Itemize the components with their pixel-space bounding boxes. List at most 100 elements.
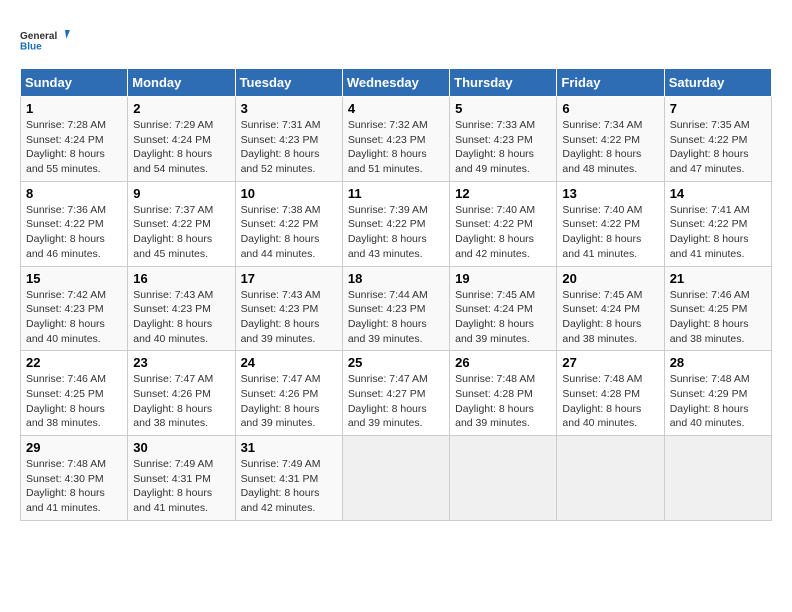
calendar-cell: 31 Sunrise: 7:49 AM Sunset: 4:31 PM Dayl…	[235, 436, 342, 521]
calendar-cell	[557, 436, 664, 521]
day-info: Sunrise: 7:40 AM Sunset: 4:22 PM Dayligh…	[562, 203, 658, 262]
svg-text:Blue: Blue	[20, 41, 42, 52]
day-number: 13	[562, 186, 658, 201]
logo: General Blue	[20, 20, 70, 60]
day-info: Sunrise: 7:49 AM Sunset: 4:31 PM Dayligh…	[241, 457, 337, 516]
calendar-cell: 9 Sunrise: 7:37 AM Sunset: 4:22 PM Dayli…	[128, 181, 235, 266]
day-number: 17	[241, 271, 337, 286]
calendar-cell: 12 Sunrise: 7:40 AM Sunset: 4:22 PM Dayl…	[450, 181, 557, 266]
calendar-cell: 22 Sunrise: 7:46 AM Sunset: 4:25 PM Dayl…	[21, 351, 128, 436]
day-info: Sunrise: 7:35 AM Sunset: 4:22 PM Dayligh…	[670, 118, 766, 177]
day-number: 23	[133, 355, 229, 370]
day-info: Sunrise: 7:41 AM Sunset: 4:22 PM Dayligh…	[670, 203, 766, 262]
day-number: 4	[348, 101, 444, 116]
day-number: 12	[455, 186, 551, 201]
calendar-cell	[450, 436, 557, 521]
day-info: Sunrise: 7:39 AM Sunset: 4:22 PM Dayligh…	[348, 203, 444, 262]
day-info: Sunrise: 7:47 AM Sunset: 4:26 PM Dayligh…	[241, 372, 337, 431]
svg-text:General: General	[20, 31, 57, 42]
day-info: Sunrise: 7:44 AM Sunset: 4:23 PM Dayligh…	[348, 288, 444, 347]
day-number: 16	[133, 271, 229, 286]
calendar-cell: 27 Sunrise: 7:48 AM Sunset: 4:28 PM Dayl…	[557, 351, 664, 436]
calendar-cell: 4 Sunrise: 7:32 AM Sunset: 4:23 PM Dayli…	[342, 97, 449, 182]
day-info: Sunrise: 7:38 AM Sunset: 4:22 PM Dayligh…	[241, 203, 337, 262]
calendar-cell: 2 Sunrise: 7:29 AM Sunset: 4:24 PM Dayli…	[128, 97, 235, 182]
calendar-cell: 16 Sunrise: 7:43 AM Sunset: 4:23 PM Dayl…	[128, 266, 235, 351]
calendar-cell: 1 Sunrise: 7:28 AM Sunset: 4:24 PM Dayli…	[21, 97, 128, 182]
day-info: Sunrise: 7:33 AM Sunset: 4:23 PM Dayligh…	[455, 118, 551, 177]
calendar-cell	[342, 436, 449, 521]
calendar-cell: 13 Sunrise: 7:40 AM Sunset: 4:22 PM Dayl…	[557, 181, 664, 266]
day-number: 2	[133, 101, 229, 116]
day-number: 21	[670, 271, 766, 286]
day-info: Sunrise: 7:49 AM Sunset: 4:31 PM Dayligh…	[133, 457, 229, 516]
calendar-cell: 21 Sunrise: 7:46 AM Sunset: 4:25 PM Dayl…	[664, 266, 771, 351]
day-info: Sunrise: 7:40 AM Sunset: 4:22 PM Dayligh…	[455, 203, 551, 262]
calendar-cell: 26 Sunrise: 7:48 AM Sunset: 4:28 PM Dayl…	[450, 351, 557, 436]
day-info: Sunrise: 7:45 AM Sunset: 4:24 PM Dayligh…	[562, 288, 658, 347]
day-info: Sunrise: 7:43 AM Sunset: 4:23 PM Dayligh…	[133, 288, 229, 347]
day-number: 31	[241, 440, 337, 455]
day-info: Sunrise: 7:28 AM Sunset: 4:24 PM Dayligh…	[26, 118, 122, 177]
page-header: General Blue	[20, 20, 772, 60]
day-info: Sunrise: 7:48 AM Sunset: 4:29 PM Dayligh…	[670, 372, 766, 431]
weekday-header-friday: Friday	[557, 69, 664, 97]
day-number: 20	[562, 271, 658, 286]
day-number: 14	[670, 186, 766, 201]
day-number: 7	[670, 101, 766, 116]
day-info: Sunrise: 7:46 AM Sunset: 4:25 PM Dayligh…	[670, 288, 766, 347]
calendar-cell: 18 Sunrise: 7:44 AM Sunset: 4:23 PM Dayl…	[342, 266, 449, 351]
day-number: 24	[241, 355, 337, 370]
day-number: 3	[241, 101, 337, 116]
day-number: 22	[26, 355, 122, 370]
day-number: 27	[562, 355, 658, 370]
calendar-cell: 23 Sunrise: 7:47 AM Sunset: 4:26 PM Dayl…	[128, 351, 235, 436]
day-number: 6	[562, 101, 658, 116]
weekday-header-sunday: Sunday	[21, 69, 128, 97]
calendar-cell: 15 Sunrise: 7:42 AM Sunset: 4:23 PM Dayl…	[21, 266, 128, 351]
weekday-header-tuesday: Tuesday	[235, 69, 342, 97]
day-number: 10	[241, 186, 337, 201]
calendar-cell: 3 Sunrise: 7:31 AM Sunset: 4:23 PM Dayli…	[235, 97, 342, 182]
day-info: Sunrise: 7:37 AM Sunset: 4:22 PM Dayligh…	[133, 203, 229, 262]
day-number: 19	[455, 271, 551, 286]
calendar-cell: 8 Sunrise: 7:36 AM Sunset: 4:22 PM Dayli…	[21, 181, 128, 266]
calendar-cell: 10 Sunrise: 7:38 AM Sunset: 4:22 PM Dayl…	[235, 181, 342, 266]
calendar-cell: 25 Sunrise: 7:47 AM Sunset: 4:27 PM Dayl…	[342, 351, 449, 436]
day-info: Sunrise: 7:48 AM Sunset: 4:28 PM Dayligh…	[455, 372, 551, 431]
day-number: 26	[455, 355, 551, 370]
day-info: Sunrise: 7:32 AM Sunset: 4:23 PM Dayligh…	[348, 118, 444, 177]
day-info: Sunrise: 7:34 AM Sunset: 4:22 PM Dayligh…	[562, 118, 658, 177]
calendar-cell: 20 Sunrise: 7:45 AM Sunset: 4:24 PM Dayl…	[557, 266, 664, 351]
calendar-cell: 6 Sunrise: 7:34 AM Sunset: 4:22 PM Dayli…	[557, 97, 664, 182]
day-number: 15	[26, 271, 122, 286]
day-number: 29	[26, 440, 122, 455]
calendar-cell: 17 Sunrise: 7:43 AM Sunset: 4:23 PM Dayl…	[235, 266, 342, 351]
day-number: 18	[348, 271, 444, 286]
day-info: Sunrise: 7:47 AM Sunset: 4:27 PM Dayligh…	[348, 372, 444, 431]
calendar-cell: 29 Sunrise: 7:48 AM Sunset: 4:30 PM Dayl…	[21, 436, 128, 521]
weekday-header-thursday: Thursday	[450, 69, 557, 97]
calendar-cell: 24 Sunrise: 7:47 AM Sunset: 4:26 PM Dayl…	[235, 351, 342, 436]
day-info: Sunrise: 7:42 AM Sunset: 4:23 PM Dayligh…	[26, 288, 122, 347]
day-number: 8	[26, 186, 122, 201]
day-number: 11	[348, 186, 444, 201]
calendar-cell: 30 Sunrise: 7:49 AM Sunset: 4:31 PM Dayl…	[128, 436, 235, 521]
weekday-header-saturday: Saturday	[664, 69, 771, 97]
day-number: 30	[133, 440, 229, 455]
day-info: Sunrise: 7:29 AM Sunset: 4:24 PM Dayligh…	[133, 118, 229, 177]
day-info: Sunrise: 7:45 AM Sunset: 4:24 PM Dayligh…	[455, 288, 551, 347]
calendar-cell: 19 Sunrise: 7:45 AM Sunset: 4:24 PM Dayl…	[450, 266, 557, 351]
day-number: 25	[348, 355, 444, 370]
day-number: 9	[133, 186, 229, 201]
calendar-cell: 28 Sunrise: 7:48 AM Sunset: 4:29 PM Dayl…	[664, 351, 771, 436]
day-number: 5	[455, 101, 551, 116]
day-number: 28	[670, 355, 766, 370]
day-number: 1	[26, 101, 122, 116]
day-info: Sunrise: 7:48 AM Sunset: 4:28 PM Dayligh…	[562, 372, 658, 431]
weekday-header-wednesday: Wednesday	[342, 69, 449, 97]
day-info: Sunrise: 7:47 AM Sunset: 4:26 PM Dayligh…	[133, 372, 229, 431]
day-info: Sunrise: 7:36 AM Sunset: 4:22 PM Dayligh…	[26, 203, 122, 262]
logo-svg: General Blue	[20, 20, 70, 60]
day-info: Sunrise: 7:31 AM Sunset: 4:23 PM Dayligh…	[241, 118, 337, 177]
